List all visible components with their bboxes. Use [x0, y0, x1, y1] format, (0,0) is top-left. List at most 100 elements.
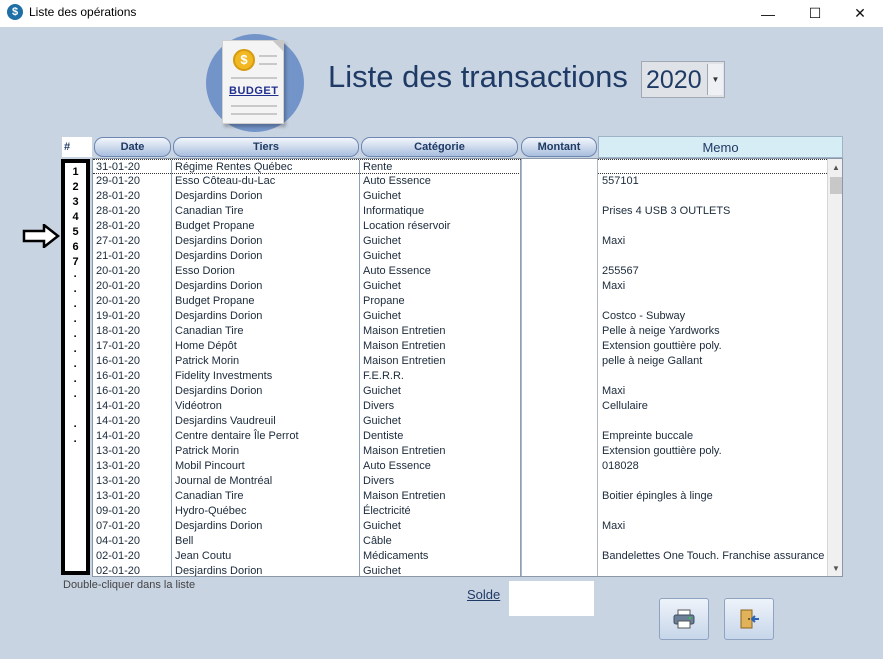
- cell-date: 13-01-20: [93, 489, 172, 504]
- transaction-row[interactable]: 14-01-20 Vidéotron Divers Cellulaire: [93, 399, 827, 414]
- transaction-row[interactable]: 13-01-20 Patrick Morin Maison Entretien Ext…: [93, 444, 827, 459]
- transaction-row[interactable]: 20-01-20 Esso Dorion Auto Essence 255567: [93, 264, 827, 279]
- cell-tiers: Desjardins Dorion: [172, 234, 360, 249]
- transaction-row[interactable]: 31-01-20 Régime Rentes Québec Rente: [93, 159, 827, 175]
- cell-date: 16-01-20: [93, 384, 172, 399]
- minimize-button[interactable]: —: [745, 0, 791, 27]
- transaction-row[interactable]: 13-01-20 Mobil Pincourt Auto Essence 018028: [93, 459, 827, 474]
- cell-categorie: Guichet: [360, 189, 521, 204]
- cell-categorie: Câble: [360, 534, 521, 549]
- cell-categorie: Auto Essence: [360, 264, 521, 279]
- transaction-row[interactable]: 16-01-20 Patrick Morin Maison Entretien pel…: [93, 354, 827, 369]
- transaction-row[interactable]: 19-01-20 Desjardins Dorion Guichet Costco -…: [93, 309, 827, 324]
- maximize-button[interactable]: ☐: [792, 0, 838, 27]
- cell-memo: Boitier épingles à linge: [602, 490, 713, 502]
- cell-categorie: Guichet: [360, 519, 521, 534]
- transactions-list[interactable]: 02-01-20 Desjardins Dorion Guichet 02-01-20…: [92, 158, 843, 577]
- transaction-row[interactable]: 28-01-20 Budget Propane Location réservoir: [93, 219, 827, 234]
- cell-date: 02-01-20: [93, 549, 172, 564]
- cell-categorie: F.E.R.R.: [360, 369, 521, 384]
- transaction-row[interactable]: 29-01-20 Esso Côteau-du-Lac Auto Essence 55…: [93, 174, 827, 189]
- column-header-date[interactable]: Date: [94, 137, 171, 157]
- cell-memo: [598, 294, 827, 309]
- cell-categorie: Maison Entretien: [360, 354, 521, 369]
- transaction-row[interactable]: 28-01-20 Canadian Tire Informatique Prises …: [93, 204, 827, 219]
- transaction-row[interactable]: 14-01-20 Centre dentaire Île Perrot Dentis…: [93, 429, 827, 444]
- title-bar: $ Liste des opérations — ☐ ✕: [0, 0, 883, 27]
- cell-memo: Maxi: [602, 280, 626, 292]
- cell-date: 13-01-20: [93, 459, 172, 474]
- cell-tiers: Patrick Morin: [172, 444, 360, 459]
- cell-tiers: Centre dentaire Île Perrot: [172, 429, 360, 444]
- cell-memo: pelle à neige Gallant: [602, 355, 703, 367]
- cell-categorie: Informatique: [360, 204, 521, 219]
- transaction-row[interactable]: 16-01-20 Desjardins Dorion Guichet Maxi: [93, 384, 827, 399]
- year-select[interactable]: 2020 ▼: [641, 61, 725, 98]
- cell-categorie: Auto Essence: [360, 174, 521, 189]
- transaction-row[interactable]: 02-01-20 Desjardins Dorion Guichet: [93, 564, 827, 576]
- cell-memo: [598, 564, 827, 576]
- app-dollar-icon: $: [7, 4, 23, 20]
- vertical-scrollbar[interactable]: ▲ ▼: [827, 159, 842, 576]
- cell-categorie: Maison Entretien: [360, 444, 521, 459]
- cell-memo: Bandelettes One Touch. Franchise assuran…: [602, 550, 825, 562]
- year-value: 2020: [646, 66, 702, 94]
- cell-tiers: Jean Coutu: [172, 549, 360, 564]
- transaction-row[interactable]: 13-01-20 Journal de Montréal Divers: [93, 474, 827, 489]
- scroll-thumb[interactable]: [830, 177, 842, 194]
- transaction-row[interactable]: 13-01-20 Canadian Tire Maison Entretien Boi…: [93, 489, 827, 504]
- row-number-column: 1 2 3 4 5 6 7 · · · · · · · · · · ·: [61, 159, 90, 575]
- cell-memo: [598, 369, 827, 384]
- transaction-row[interactable]: 18-01-20 Canadian Tire Maison Entretien Pel…: [93, 324, 827, 339]
- cell-tiers: Desjardins Dorion: [172, 279, 360, 294]
- cell-tiers: Desjardins Dorion: [172, 384, 360, 399]
- cell-tiers: Desjardins Dorion: [172, 309, 360, 324]
- transaction-row[interactable]: 20-01-20 Budget Propane Propane: [93, 294, 827, 309]
- row-number: ·: [73, 316, 78, 328]
- close-button[interactable]: ✕: [837, 0, 883, 27]
- cell-tiers: Bell: [172, 534, 360, 549]
- column-header-montant[interactable]: Montant: [521, 137, 597, 157]
- transaction-row[interactable]: 07-01-20 Desjardins Dorion Guichet Maxi: [93, 519, 827, 534]
- transaction-row[interactable]: 02-01-20 Jean Coutu Médicaments Bandelettes…: [93, 549, 827, 564]
- row-number: 5: [72, 226, 79, 238]
- row-number: 7: [72, 256, 79, 268]
- cell-tiers: Fidelity Investments: [172, 369, 360, 384]
- page-title: Liste des transactions: [328, 59, 628, 94]
- cell-categorie: Maison Entretien: [360, 339, 521, 354]
- transaction-row[interactable]: 17-01-20 Home Dépôt Maison Entretien Extens…: [93, 339, 827, 354]
- scroll-down-arrow-icon[interactable]: ▼: [828, 560, 842, 576]
- row-number: ·: [73, 331, 78, 343]
- cell-memo: Maxi: [602, 235, 626, 247]
- print-button[interactable]: [659, 598, 709, 640]
- cell-date: 20-01-20: [93, 294, 172, 309]
- transaction-row[interactable]: 16-01-20 Fidelity Investments F.E.R.R.: [93, 369, 827, 384]
- transaction-row[interactable]: 14-01-20 Desjardins Vaudreuil Guichet: [93, 414, 827, 429]
- cell-tiers: Canadian Tire: [172, 204, 360, 219]
- exit-button[interactable]: [724, 598, 774, 640]
- transaction-row[interactable]: 21-01-20 Desjardins Dorion Guichet: [93, 249, 827, 264]
- cell-categorie: Divers: [360, 474, 521, 489]
- montant-column: [521, 159, 598, 576]
- transaction-row[interactable]: 28-01-20 Desjardins Dorion Guichet: [93, 189, 827, 204]
- cell-tiers: Hydro-Québec: [172, 504, 360, 519]
- cell-memo: [598, 414, 827, 429]
- scroll-up-arrow-icon[interactable]: ▲: [828, 159, 842, 175]
- cell-date: 20-01-20: [93, 264, 172, 279]
- transaction-row[interactable]: 09-01-20 Hydro-Québec Électricité: [93, 504, 827, 519]
- cell-date: 28-01-20: [93, 189, 172, 204]
- transaction-row[interactable]: 04-01-20 Bell Câble: [93, 534, 827, 549]
- transaction-row[interactable]: 20-01-20 Desjardins Dorion Guichet Maxi: [93, 279, 827, 294]
- column-header-categorie[interactable]: Catégorie: [361, 137, 518, 157]
- row-number: ·: [73, 271, 78, 283]
- cell-memo: [598, 160, 827, 175]
- cell-memo: Maxi: [602, 520, 626, 532]
- row-number: ·: [73, 301, 78, 313]
- cell-date: 29-01-20: [93, 174, 172, 189]
- cell-date: 16-01-20: [93, 354, 172, 369]
- coin-icon: $: [233, 49, 255, 71]
- cell-date: 07-01-20: [93, 519, 172, 534]
- column-header-tiers[interactable]: Tiers: [173, 137, 359, 157]
- chevron-down-icon[interactable]: ▼: [707, 64, 723, 95]
- transaction-row[interactable]: 27-01-20 Desjardins Dorion Guichet Maxi: [93, 234, 827, 249]
